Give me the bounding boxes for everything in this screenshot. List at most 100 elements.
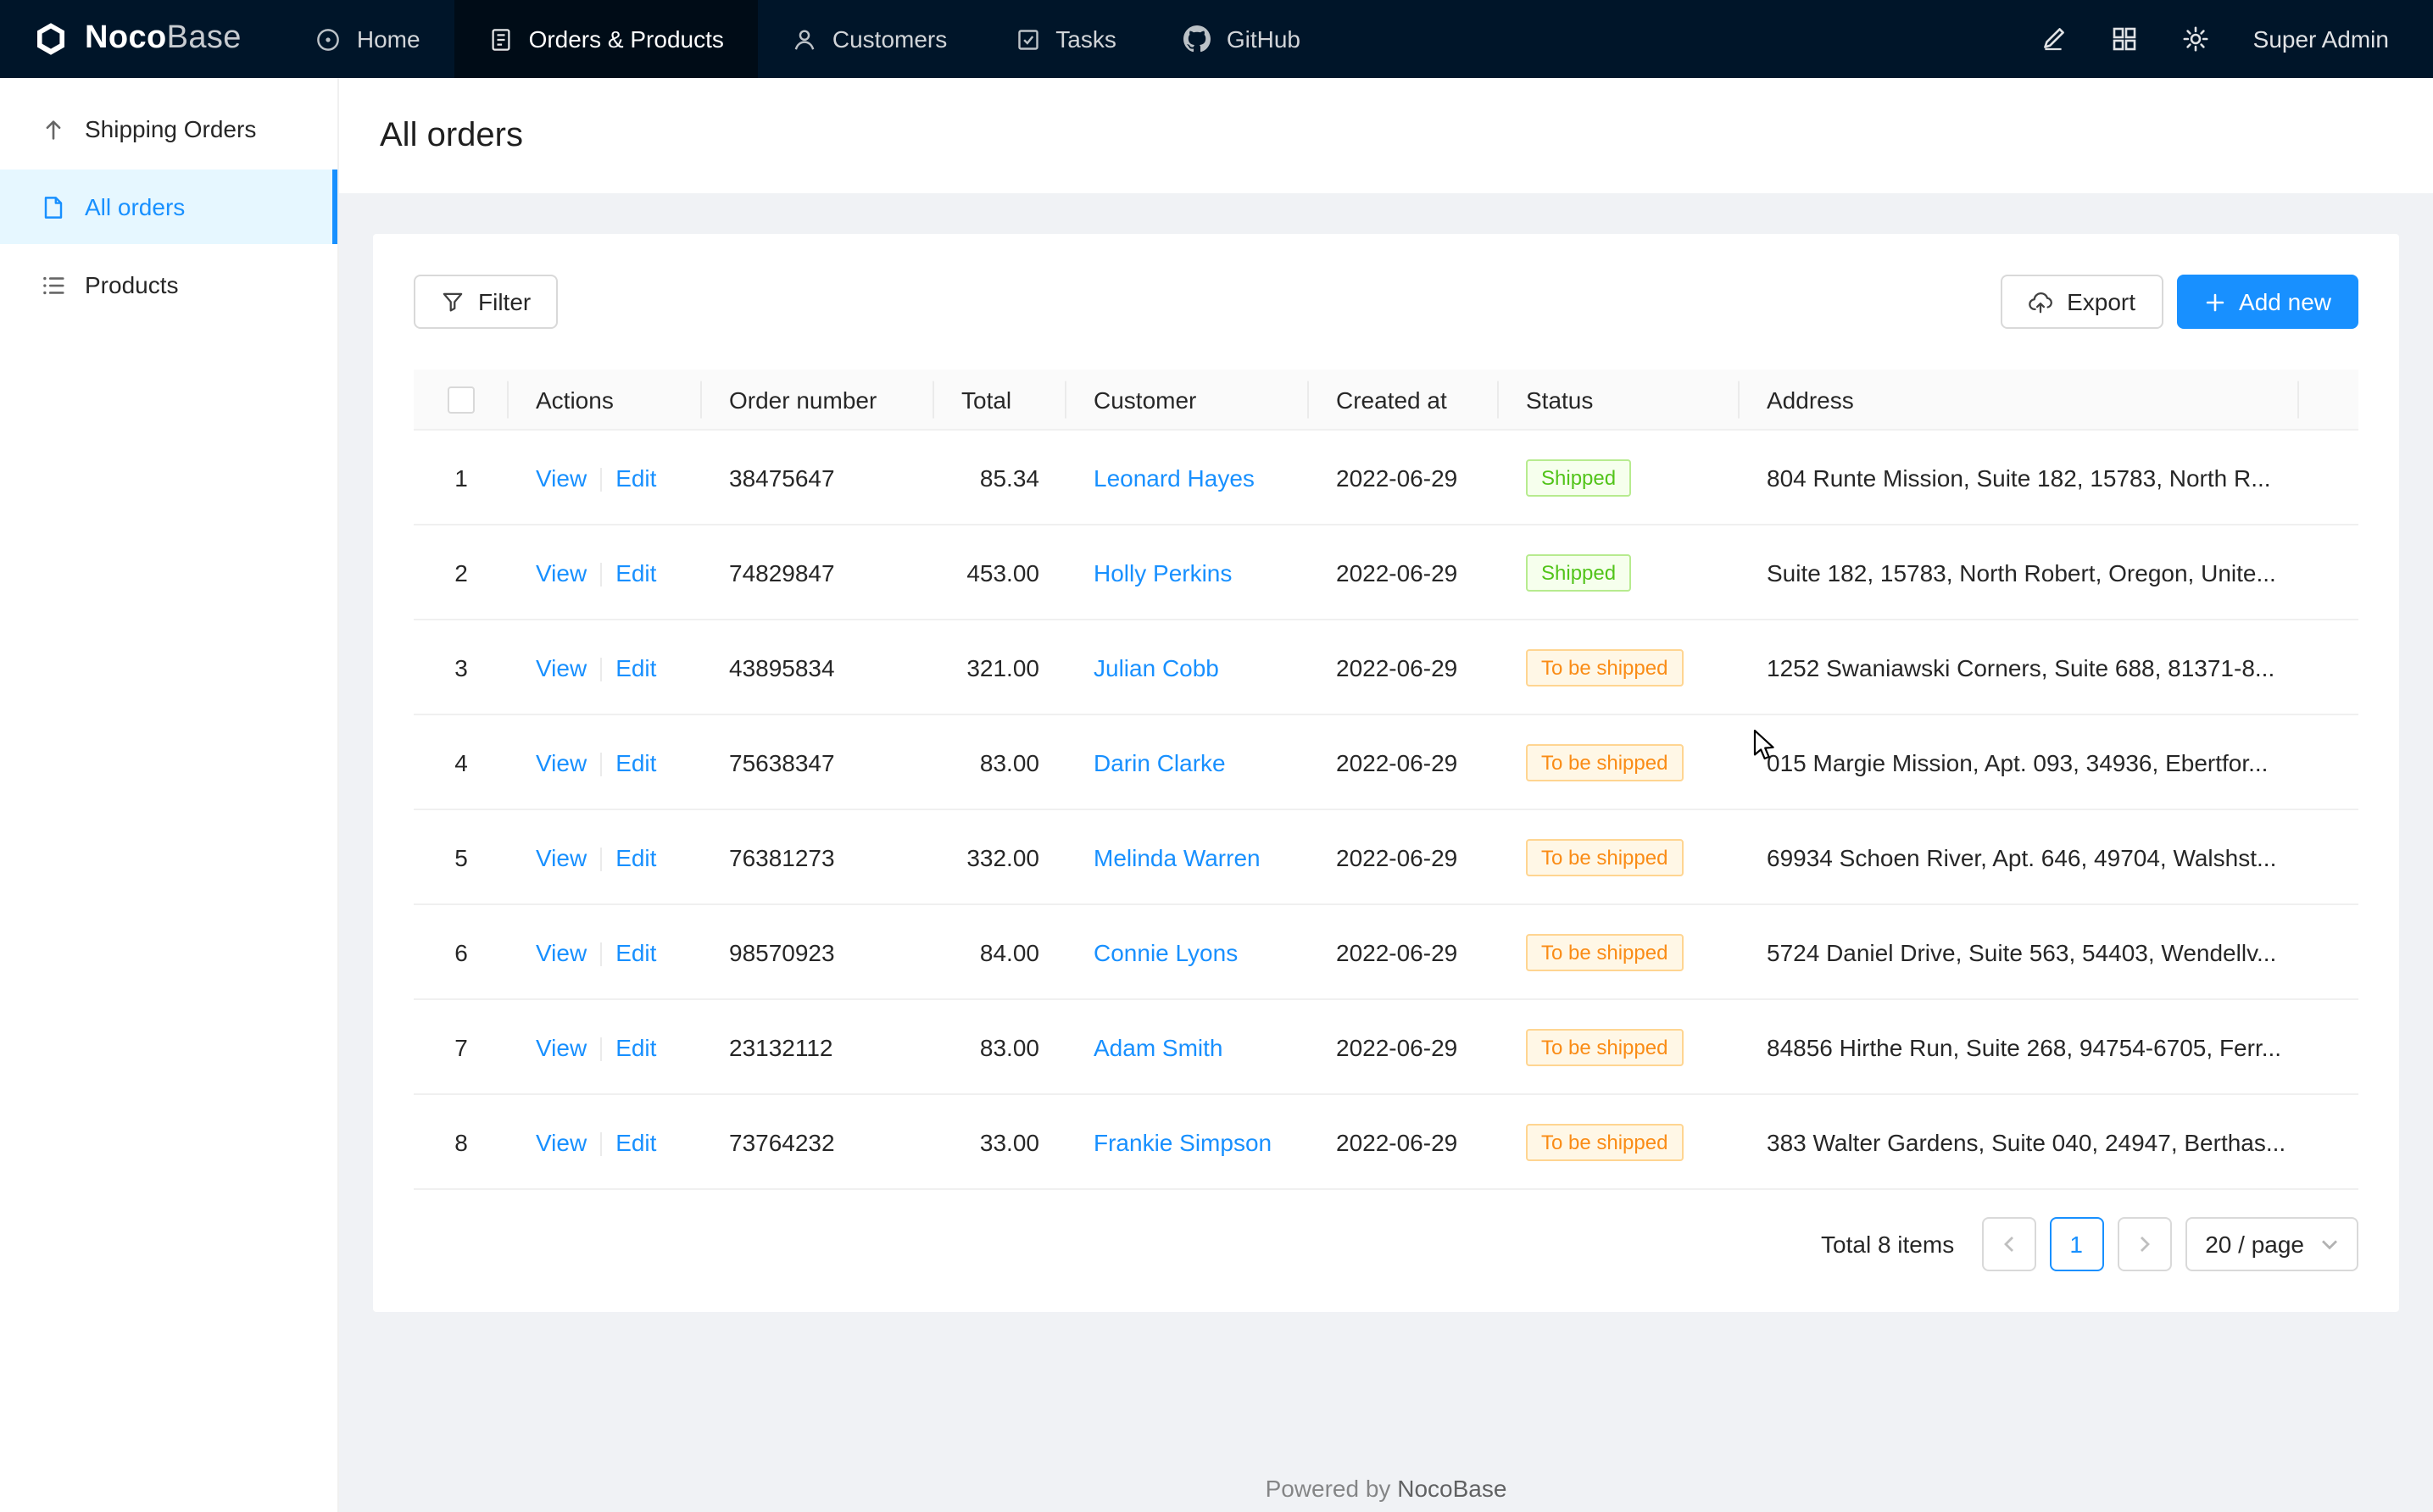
select-all-checkbox[interactable] [448, 387, 475, 414]
address-cell: 84856 Hirthe Run, Suite 268, 94754-6705,… [1740, 1000, 2299, 1095]
orders-table: Actions Order number Total Customer Crea… [414, 370, 2358, 1191]
total-cell: 83.00 [934, 715, 1066, 810]
status-cell: Shipped [1499, 431, 1740, 525]
view-link[interactable]: View [536, 653, 587, 681]
plus-icon [2203, 291, 2225, 313]
actions-cell: View Edit [509, 525, 702, 620]
status-badge: To be shipped [1526, 1029, 1683, 1066]
nocobase-logo-icon [31, 19, 71, 59]
page-1-button[interactable]: 1 [2049, 1218, 2103, 1272]
chevron-down-icon [2321, 1237, 2338, 1254]
status-badge: To be shipped [1526, 839, 1683, 876]
edit-link[interactable]: Edit [615, 938, 656, 965]
customer-link[interactable]: Darin Clarke [1094, 749, 1226, 776]
view-link[interactable]: View [536, 464, 587, 491]
sidebar-item-shipping-orders[interactable]: Shipping Orders [0, 92, 337, 166]
home-icon [316, 26, 342, 52]
view-link[interactable]: View [536, 1033, 587, 1060]
order-number-cell: 43895834 [702, 620, 934, 715]
order-number-cell: 98570923 [702, 905, 934, 1000]
status-badge: To be shipped [1526, 744, 1683, 781]
cloud-upload-icon [2028, 289, 2053, 314]
spacer-cell [2299, 810, 2358, 905]
column-header-spacer [2299, 370, 2358, 431]
edit-link[interactable]: Edit [615, 843, 656, 870]
column-header-address: Address [1740, 370, 2299, 431]
customer-link[interactable]: Julian Cobb [1094, 654, 1219, 681]
nav-item-customers[interactable]: Customers [758, 0, 981, 78]
address-cell: 5724 Daniel Drive, Suite 563, 54403, Wen… [1740, 905, 2299, 1000]
created-at-cell: 2022-06-29 [1309, 1000, 1499, 1095]
navbar-right: Super Admin [2040, 0, 2433, 78]
action-divider [600, 1132, 602, 1156]
customer-cell: Adam Smith [1066, 1000, 1309, 1095]
customer-link[interactable]: Holly Perkins [1094, 559, 1232, 586]
nav-item-orders-products[interactable]: Orders & Products [454, 0, 758, 78]
prev-page-button[interactable] [1981, 1218, 2035, 1272]
row-index: 1 [414, 431, 509, 525]
spacer-cell [2299, 620, 2358, 715]
orders-card: Filter Export [373, 234, 2399, 1313]
user-menu[interactable]: Super Admin [2253, 25, 2389, 53]
nav-item-tasks[interactable]: Tasks [981, 0, 1150, 78]
action-divider [600, 848, 602, 871]
edit-link[interactable]: Edit [615, 1128, 656, 1155]
nav-item-label: Customers [832, 25, 947, 53]
status-badge: To be shipped [1526, 934, 1683, 971]
spacer-cell [2299, 715, 2358, 810]
view-link[interactable]: View [536, 559, 587, 586]
plugins-grid-icon[interactable] [2111, 25, 2138, 53]
sidebar-item-all-orders[interactable]: All orders [0, 170, 337, 244]
page-size-select[interactable]: 20 / page [2185, 1218, 2358, 1272]
sidebar-item-label: All orders [85, 193, 185, 220]
view-link[interactable]: View [536, 1128, 587, 1155]
customer-link[interactable]: Frankie Simpson [1094, 1129, 1272, 1156]
nav-item-label: GitHub [1227, 25, 1300, 53]
view-link[interactable]: View [536, 748, 587, 775]
top-navbar: NocoBase Home Orders & Products [0, 0, 2433, 78]
status-badge: Shipped [1526, 554, 1631, 592]
nav-item-github[interactable]: GitHub [1150, 0, 1334, 78]
action-divider [600, 468, 602, 492]
toolbar-right: Export Add new [2001, 275, 2358, 329]
edit-link[interactable]: Edit [615, 1033, 656, 1060]
powered-by-text: Powered by [1266, 1475, 1398, 1502]
order-number-cell: 38475647 [702, 431, 934, 525]
settings-gear-icon[interactable] [2182, 25, 2209, 53]
status-cell: To be shipped [1499, 905, 1740, 1000]
actions-cell: View Edit [509, 715, 702, 810]
view-link[interactable]: View [536, 843, 587, 870]
order-number-cell: 76381273 [702, 810, 934, 905]
row-index: 3 [414, 620, 509, 715]
edit-link[interactable]: Edit [615, 464, 656, 491]
edit-link[interactable]: Edit [615, 559, 656, 586]
row-index: 6 [414, 905, 509, 1000]
customer-link[interactable]: Melinda Warren [1094, 844, 1261, 871]
next-page-button[interactable] [2117, 1218, 2171, 1272]
tasks-icon [1015, 26, 1040, 52]
customer-link[interactable]: Adam Smith [1094, 1034, 1223, 1061]
total-cell: 321.00 [934, 620, 1066, 715]
add-new-button[interactable]: Add new [2176, 275, 2358, 329]
edit-link[interactable]: Edit [615, 653, 656, 681]
edit-link[interactable]: Edit [615, 748, 656, 775]
nocobase-app: NocoBase Home Orders & Products [0, 0, 2433, 1512]
customer-link[interactable]: Leonard Hayes [1094, 464, 1255, 492]
table-toolbar: Filter Export [414, 275, 2358, 329]
orders-table-body: 1 ViewEdit 38475647 85.34 Leonard Hayes … [414, 431, 2358, 1190]
filter-button[interactable]: Filter [414, 275, 558, 329]
customer-link[interactable]: Connie Lyons [1094, 939, 1238, 966]
customer-cell: Connie Lyons [1066, 905, 1309, 1000]
export-button[interactable]: Export [2001, 275, 2163, 329]
sidebar-item-products[interactable]: Products [0, 247, 337, 322]
order-number-cell: 73764232 [702, 1095, 934, 1190]
footer-brand-link[interactable]: NocoBase [1397, 1475, 1506, 1502]
table-header: Actions Order number Total Customer Crea… [414, 370, 2358, 431]
github-icon [1184, 25, 1211, 53]
nav-item-home[interactable]: Home [282, 0, 454, 78]
table-row: 1 ViewEdit 38475647 85.34 Leonard Hayes … [414, 431, 2358, 525]
column-header-status: Status [1499, 370, 1740, 431]
ui-editor-pen-icon[interactable] [2040, 25, 2067, 53]
view-link[interactable]: View [536, 938, 587, 965]
nocobase-logo[interactable]: NocoBase [0, 0, 282, 78]
